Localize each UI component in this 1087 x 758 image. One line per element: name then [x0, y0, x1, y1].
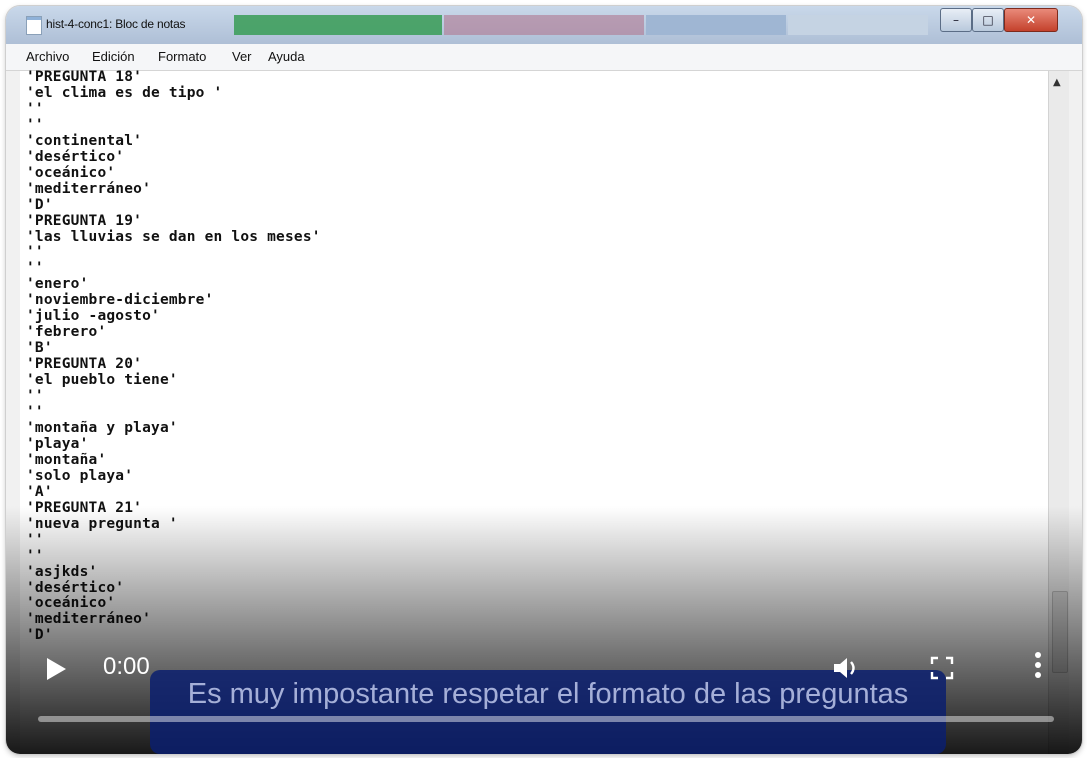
play-icon[interactable]: [47, 658, 66, 680]
menu-bar: Archivo Edición Formato Ver Ayuda: [6, 44, 1082, 71]
caption-box: Es muy impostante respetar el formato de…: [150, 670, 946, 754]
menu-ver[interactable]: Ver: [232, 49, 252, 64]
taskbar-segment: [646, 15, 786, 35]
menu-archivo[interactable]: Archivo: [26, 49, 69, 64]
notepad-icon: [26, 16, 42, 35]
fullscreen-icon[interactable]: [930, 656, 954, 680]
menu-formato[interactable]: Formato: [158, 49, 206, 64]
title-bar: hist-4-conc1: Bloc de notas – □ ✕: [6, 6, 1082, 44]
window-title: hist-4-conc1: Bloc de notas: [46, 17, 186, 31]
video-frame: hist-4-conc1: Bloc de notas – □ ✕ Archiv…: [6, 6, 1082, 754]
close-button[interactable]: ✕: [1004, 8, 1058, 32]
maximize-button[interactable]: □: [972, 8, 1004, 32]
taskbar-segment: [234, 15, 442, 35]
taskbar-segment: [788, 15, 928, 35]
taskbar-segment: [444, 15, 644, 35]
minimize-button[interactable]: –: [940, 8, 972, 32]
scroll-up-icon[interactable]: ▲: [1053, 77, 1061, 88]
menu-ayuda[interactable]: Ayuda: [268, 49, 305, 64]
more-options-icon[interactable]: [1034, 652, 1042, 682]
progress-bar[interactable]: [38, 716, 1054, 722]
volume-icon[interactable]: [832, 654, 862, 682]
time-display: 0:00: [103, 653, 150, 680]
menu-edicion[interactable]: Edición: [92, 49, 135, 64]
caption-text: Es muy impostante respetar el formato de…: [187, 678, 909, 710]
